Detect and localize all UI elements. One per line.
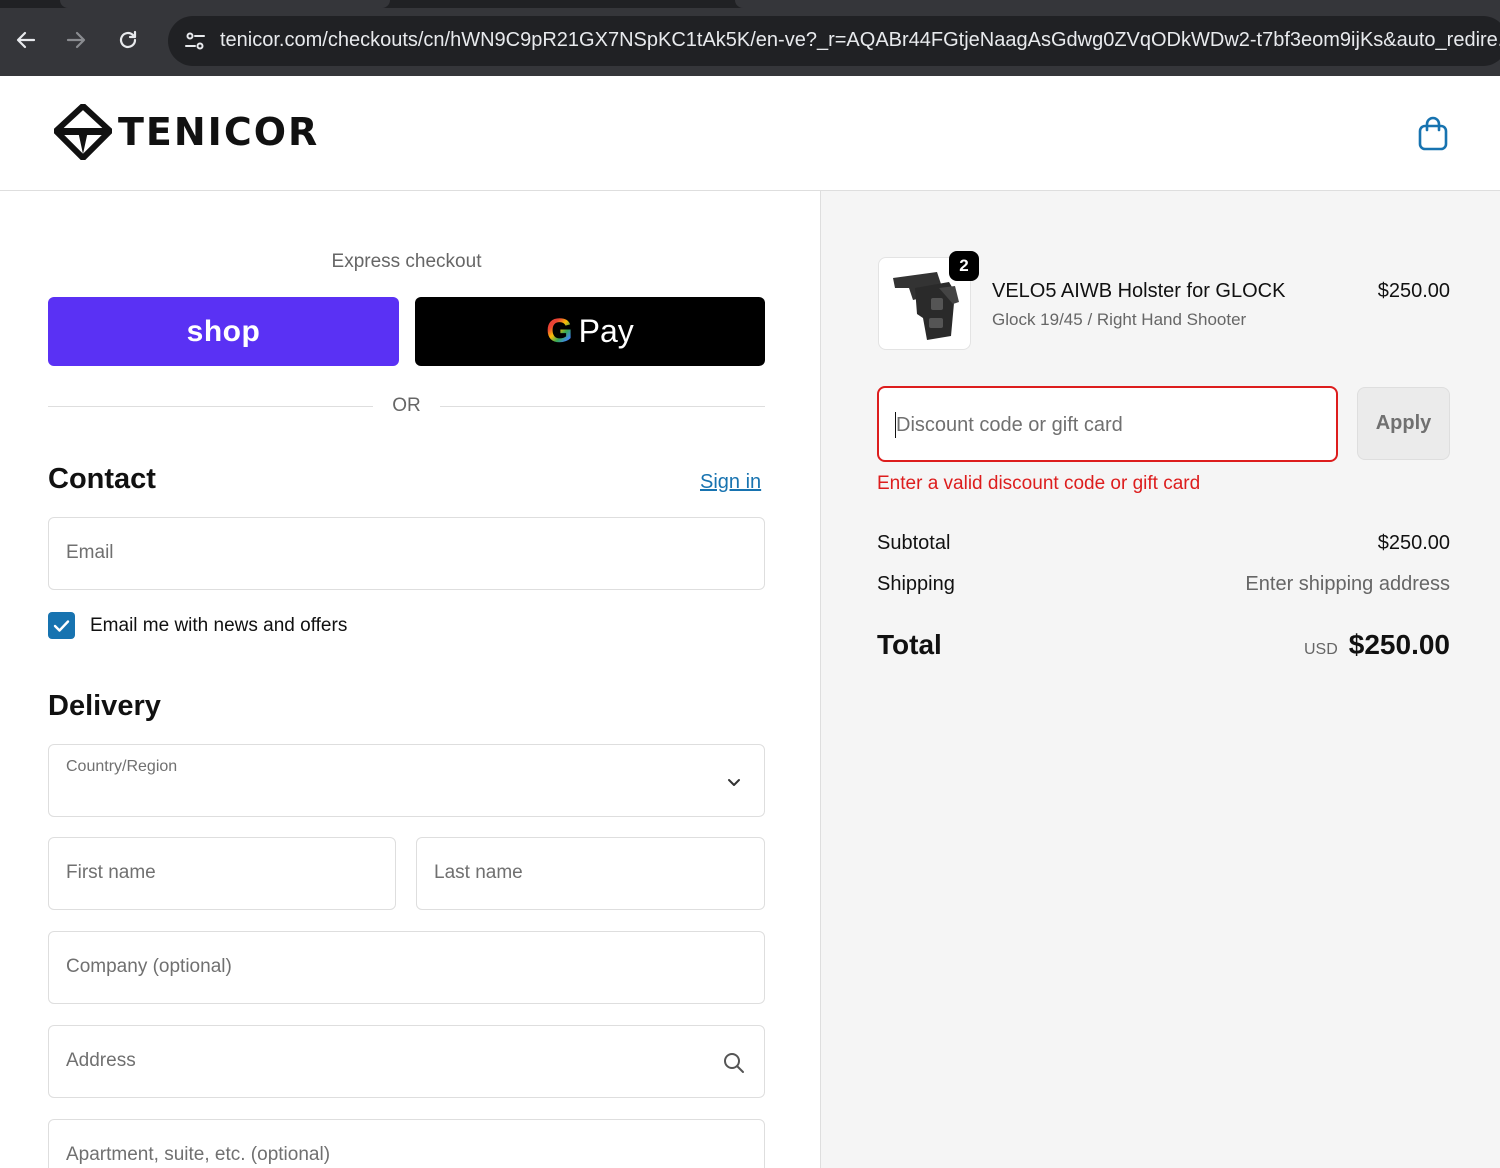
last-name-field[interactable]: Last name	[416, 837, 765, 910]
total-value: $250.00	[1348, 629, 1450, 660]
discount-error-message: Enter a valid discount code or gift card	[877, 473, 1201, 494]
email-field[interactable]: Email	[48, 517, 765, 590]
brand-logo[interactable]: TENICOR	[54, 104, 319, 160]
tenicor-logo-icon	[54, 104, 112, 160]
first-name-field[interactable]: First name	[48, 837, 396, 910]
country-label: Country/Region	[66, 758, 178, 775]
shipping-label: Shipping	[877, 573, 955, 595]
address-field[interactable]: Address	[48, 1025, 765, 1098]
forward-button[interactable]	[60, 24, 92, 56]
google-pay-button[interactable]: G Pay	[415, 297, 765, 366]
shopping-bag-icon	[1418, 116, 1448, 151]
email-placeholder: Email	[66, 542, 114, 563]
total-label: Total	[877, 629, 942, 660]
checkout-form: Express checkout shop G Pay OR Contact S…	[0, 191, 820, 1168]
reload-button[interactable]	[112, 24, 144, 56]
sign-in-link[interactable]: Sign in	[700, 471, 761, 494]
apartment-placeholder: Apartment, suite, etc. (optional)	[66, 1144, 331, 1165]
chevron-down-icon	[728, 779, 740, 786]
address-placeholder: Address	[66, 1050, 136, 1071]
or-label: OR	[392, 395, 421, 416]
newsletter-checkbox[interactable]	[48, 612, 75, 639]
company-placeholder: Company (optional)	[66, 956, 232, 977]
tab[interactable]	[735, 0, 1500, 8]
divider-line	[440, 406, 765, 407]
discount-placeholder: Discount code or gift card	[896, 414, 1123, 436]
subtotal-label: Subtotal	[877, 532, 951, 554]
total-amount: USD $250.00	[1304, 629, 1450, 661]
shipping-value: Enter shipping address	[1245, 573, 1450, 595]
site-info-button[interactable]	[180, 26, 210, 56]
product-variant: Glock 19/45 / Right Hand Shooter	[992, 310, 1247, 329]
arrow-left-icon	[16, 31, 36, 49]
tune-icon	[185, 32, 205, 50]
order-summary: 2 VELO5 AIWB Holster for GLOCK Glock 19/…	[820, 191, 1500, 1168]
country-select[interactable]: Country/Region	[48, 744, 765, 817]
divider-line	[48, 406, 373, 407]
subtotal-value: $250.00	[1377, 532, 1450, 554]
express-checkout-label: Express checkout	[331, 251, 482, 272]
checkmark-icon	[53, 619, 70, 632]
total-currency: USD	[1304, 641, 1338, 658]
apply-discount-button[interactable]: Apply	[1357, 387, 1450, 460]
arrow-right-icon	[66, 31, 86, 49]
cart-button[interactable]	[1416, 116, 1450, 152]
tab[interactable]	[60, 0, 390, 8]
tab-strip	[0, 0, 1500, 8]
search-icon[interactable]	[722, 1051, 746, 1075]
newsletter-option[interactable]: Email me with news and offers	[48, 612, 347, 639]
company-field[interactable]: Company (optional)	[48, 931, 765, 1004]
delivery-title: Delivery	[48, 690, 161, 722]
browser-chrome: tenicor.com/checkouts/cn/hWN9C9pR21GX7NS…	[0, 0, 1500, 76]
store-header: TENICOR	[0, 76, 1500, 191]
product-price: $250.00	[1377, 280, 1450, 302]
shop-pay-button[interactable]: shop	[48, 297, 399, 366]
google-pay-label: Pay	[578, 313, 634, 349]
url-text[interactable]: tenicor.com/checkouts/cn/hWN9C9pR21GX7NS…	[220, 29, 1500, 52]
google-g-icon: G	[546, 312, 573, 350]
address-bar[interactable]: tenicor.com/checkouts/cn/hWN9C9pR21GX7NS…	[168, 16, 1500, 66]
back-button[interactable]	[10, 24, 42, 56]
product-name: VELO5 AIWB Holster for GLOCK	[992, 280, 1286, 302]
contact-title: Contact	[48, 463, 156, 495]
first-name-placeholder: First name	[66, 862, 156, 883]
quantity-badge: 2	[949, 251, 979, 281]
or-divider: OR	[48, 395, 765, 419]
brand-name: TENICOR	[118, 110, 320, 154]
last-name-placeholder: Last name	[434, 862, 523, 883]
discount-code-input[interactable]: Discount code or gift card	[877, 386, 1338, 462]
reload-icon	[119, 30, 137, 49]
newsletter-label: Email me with news and offers	[90, 614, 348, 636]
apartment-field[interactable]: Apartment, suite, etc. (optional)	[48, 1119, 765, 1168]
shop-pay-label: shop	[186, 314, 261, 348]
